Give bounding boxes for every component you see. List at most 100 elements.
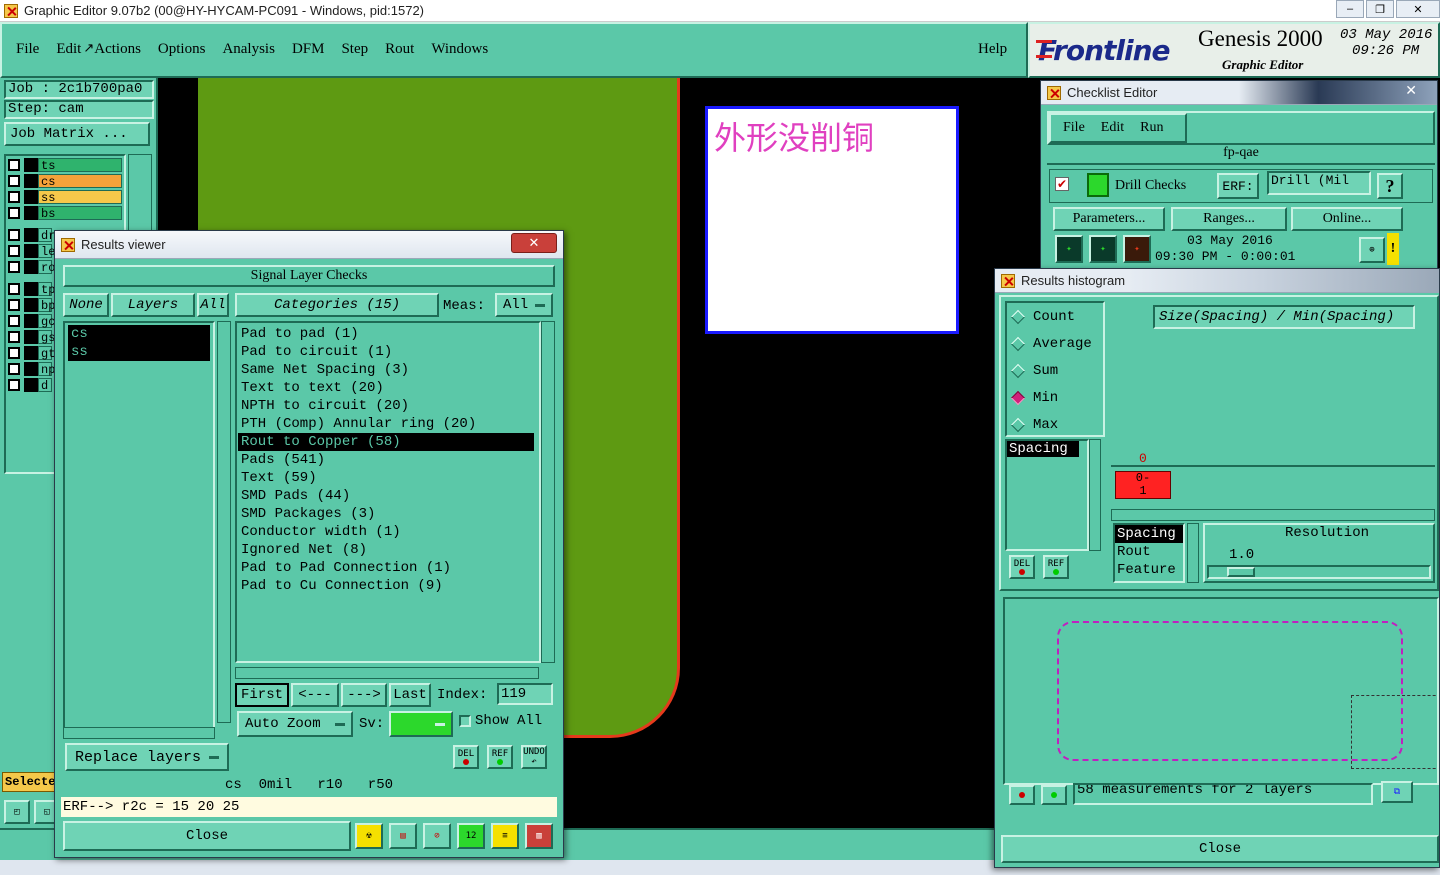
auto-zoom-select[interactable]: Auto Zoom (237, 711, 353, 737)
mode-radio-max[interactable]: Max (1007, 411, 1103, 438)
category-item[interactable]: Text to text (20) (238, 379, 534, 397)
category-item[interactable]: Pad to pad (1) (238, 325, 534, 343)
job-matrix-button[interactable]: Job Matrix ... (4, 122, 150, 146)
undo-button[interactable]: UNDO ↶ (521, 745, 547, 769)
field-list-item[interactable]: Spacing (1007, 441, 1079, 457)
layer-checkbox[interactable] (8, 331, 20, 343)
layer-row-gc[interactable]: gc (8, 314, 55, 329)
histogram-hscroll[interactable] (1111, 509, 1435, 521)
run-icon[interactable]: ✦ (1055, 235, 1083, 263)
category-item[interactable]: Conductor width (1) (238, 523, 534, 541)
layer-checkbox[interactable] (8, 245, 20, 257)
menu-edit[interactable]: Edit (56, 41, 81, 58)
menu-actions[interactable]: Actions (94, 41, 141, 58)
erf-button[interactable]: ERF: (1217, 173, 1259, 199)
layer-row-cs[interactable]: cs (8, 174, 122, 189)
notes-icon[interactable]: ≡ (491, 823, 519, 849)
layer-checkbox[interactable] (8, 191, 20, 203)
histogram-close-button[interactable]: Close (1001, 835, 1439, 863)
layer-checkbox[interactable] (8, 261, 20, 273)
resolution-slider[interactable] (1207, 565, 1431, 579)
ranges-button[interactable]: Ranges... (1171, 207, 1287, 231)
result-layer-item[interactable]: cs (68, 325, 210, 343)
zoom-in-icon[interactable]: ⊕ (1359, 237, 1385, 263)
categories-button[interactable]: Categories (15) (235, 293, 439, 317)
run-all-icon[interactable]: ✦ (1089, 235, 1117, 263)
layer-row-dr[interactable]: dr (8, 228, 55, 243)
category-item[interactable]: Pad to Cu Connection (9) (238, 577, 534, 595)
layer-row-ro[interactable]: ro (8, 260, 55, 275)
meas-select[interactable]: All (495, 293, 553, 317)
menu-analysis[interactable]: Analysis (222, 41, 275, 58)
all-button[interactable]: All (197, 293, 229, 317)
checklist-menu-file[interactable]: File (1063, 120, 1085, 136)
layer-row-d[interactable]: d (8, 378, 52, 393)
category-item[interactable]: Ignored Net (8) (238, 541, 534, 559)
online-button[interactable]: Online... (1291, 207, 1403, 231)
histogram-bar[interactable]: 0- 1 (1115, 471, 1171, 499)
first-button[interactable]: First (235, 683, 289, 707)
layer-checkbox[interactable] (8, 283, 20, 295)
layer-checkbox[interactable] (8, 175, 20, 187)
window-icon[interactable]: ⧉ (1381, 781, 1413, 803)
last-button[interactable]: Last (389, 683, 431, 707)
field-feature[interactable]: Feature (1115, 561, 1183, 579)
layer-row-bs[interactable]: bs (8, 206, 122, 221)
menu-file[interactable]: File (16, 41, 39, 58)
layer-checkbox[interactable] (8, 159, 20, 171)
measure-fields-vscroll[interactable] (1187, 523, 1199, 583)
category-item[interactable]: Same Net Spacing (3) (238, 361, 534, 379)
layer-row-gs[interactable]: gs (8, 330, 55, 345)
layers-button[interactable]: Layers (111, 293, 195, 317)
results-viewer-close-icon[interactable]: ✕ (511, 233, 557, 253)
layer-row-ts[interactable]: ts (8, 158, 122, 173)
results-viewer-titlebar[interactable]: Results viewer ✕ (55, 231, 563, 259)
layer-row-le[interactable]: le (8, 244, 55, 259)
stop-icon[interactable]: ✦ (1123, 235, 1151, 263)
prev-button[interactable]: <--- (291, 683, 339, 707)
mode-radio-sum[interactable]: Sum (1007, 357, 1103, 384)
next-button[interactable]: ---> (341, 683, 387, 707)
layer-list-hscroll[interactable] (63, 727, 215, 739)
layer-row-np[interactable]: np (8, 362, 55, 377)
checklist-titlebar[interactable]: Checklist Editor ✕ (1041, 81, 1437, 105)
layer-checkbox[interactable] (8, 347, 20, 359)
index-input[interactable]: 119 (497, 683, 553, 705)
layer-checkbox[interactable] (8, 207, 20, 219)
none-button[interactable]: None (63, 293, 109, 317)
category-item[interactable]: Pad to circuit (1) (238, 343, 534, 361)
row-ref-icon[interactable] (1041, 785, 1067, 805)
close-window-button[interactable]: ✕ (1396, 0, 1440, 18)
category-item[interactable]: Rout to Copper (58) (238, 433, 534, 451)
show-all-checkbox[interactable] (459, 715, 471, 727)
number-icon[interactable]: 12 (457, 823, 485, 849)
layer-row-tp[interactable]: tp (8, 282, 55, 297)
histogram-titlebar[interactable]: Results histogram (995, 269, 1439, 293)
report-icon[interactable]: ▤ (389, 823, 417, 849)
hazard-icon[interactable]: ☢ (355, 823, 383, 849)
histogram-icon[interactable]: ▥ (525, 823, 553, 849)
mode-radio-count[interactable]: Count (1007, 303, 1103, 330)
layer-list-vscroll[interactable] (217, 321, 231, 723)
menu-options[interactable]: Options (158, 41, 206, 58)
category-item[interactable]: Pads (541) (238, 451, 534, 469)
layer-checkbox[interactable] (8, 315, 20, 327)
category-item[interactable]: PTH (Comp) Annular ring (20) (238, 415, 534, 433)
field-spacing[interactable]: Spacing (1115, 525, 1183, 543)
layer-checkbox[interactable] (8, 229, 20, 241)
ref-button[interactable]: REF (487, 745, 513, 769)
categories-vscroll[interactable] (541, 321, 555, 663)
layer-checkbox[interactable] (8, 299, 20, 311)
result-layer-item[interactable]: ss (68, 343, 210, 361)
menu-rout[interactable]: Rout (385, 41, 414, 58)
del-button[interactable]: DEL (453, 745, 479, 769)
field-rout[interactable]: Rout (1115, 543, 1183, 561)
category-item[interactable]: NPTH to circuit (20) (238, 397, 534, 415)
field-list-vscroll[interactable] (1089, 439, 1101, 551)
menu-step[interactable]: Step (341, 41, 368, 58)
layer-checkbox[interactable] (8, 379, 20, 391)
category-item[interactable]: Pad to Pad Connection (1) (238, 559, 534, 577)
help-button[interactable]: ? (1377, 173, 1403, 199)
category-item[interactable]: SMD Packages (3) (238, 505, 534, 523)
mode-radio-min[interactable]: Min (1007, 384, 1103, 411)
